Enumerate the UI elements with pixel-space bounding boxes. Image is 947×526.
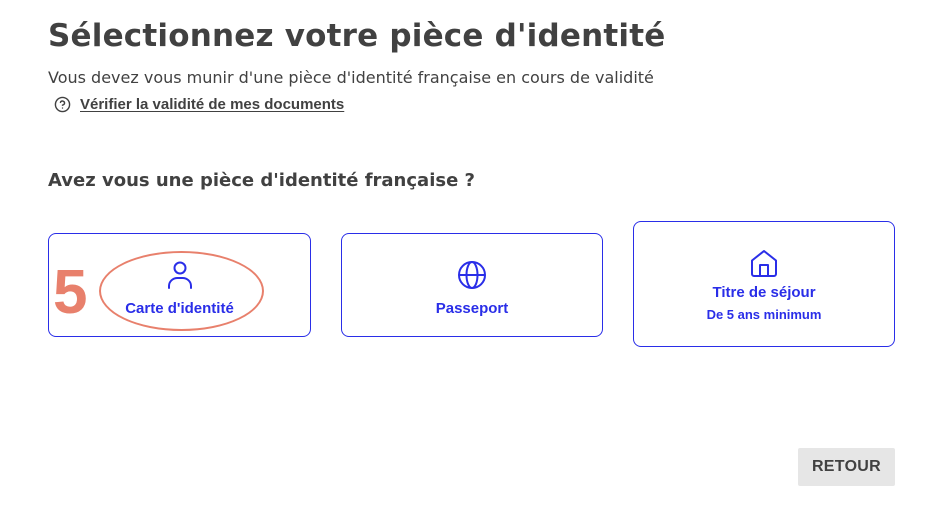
back-button[interactable]: RETOUR: [798, 448, 895, 486]
page-subtitle: Vous devez vous munir d'une pièce d'iden…: [48, 68, 654, 87]
verify-documents-link[interactable]: Vérifier la validité de mes documents: [54, 96, 344, 113]
option-label: Passeport: [435, 300, 509, 317]
question-circle-icon: [54, 96, 71, 113]
option-sublabel: De 5 ans minimum: [706, 307, 822, 322]
option-label: Titre de séjour: [712, 284, 816, 301]
page: Sélectionnez votre pièce d'identité Vous…: [0, 0, 947, 526]
page-title: Sélectionnez votre pièce d'identité: [48, 18, 666, 54]
person-icon: [166, 260, 194, 290]
option-card-residence-permit[interactable]: Titre de séjour De 5 ans minimum: [633, 221, 895, 347]
option-card-passport[interactable]: Passeport: [341, 233, 603, 337]
option-label: Carte d'identité: [125, 300, 234, 317]
home-icon: [749, 248, 779, 278]
id-question: Avez vous une pièce d'identité française…: [48, 170, 475, 191]
verify-documents-link-label: Vérifier la validité de mes documents: [80, 96, 345, 113]
option-card-identity-card[interactable]: Carte d'identité: [48, 233, 311, 337]
globe-icon: [457, 260, 487, 290]
